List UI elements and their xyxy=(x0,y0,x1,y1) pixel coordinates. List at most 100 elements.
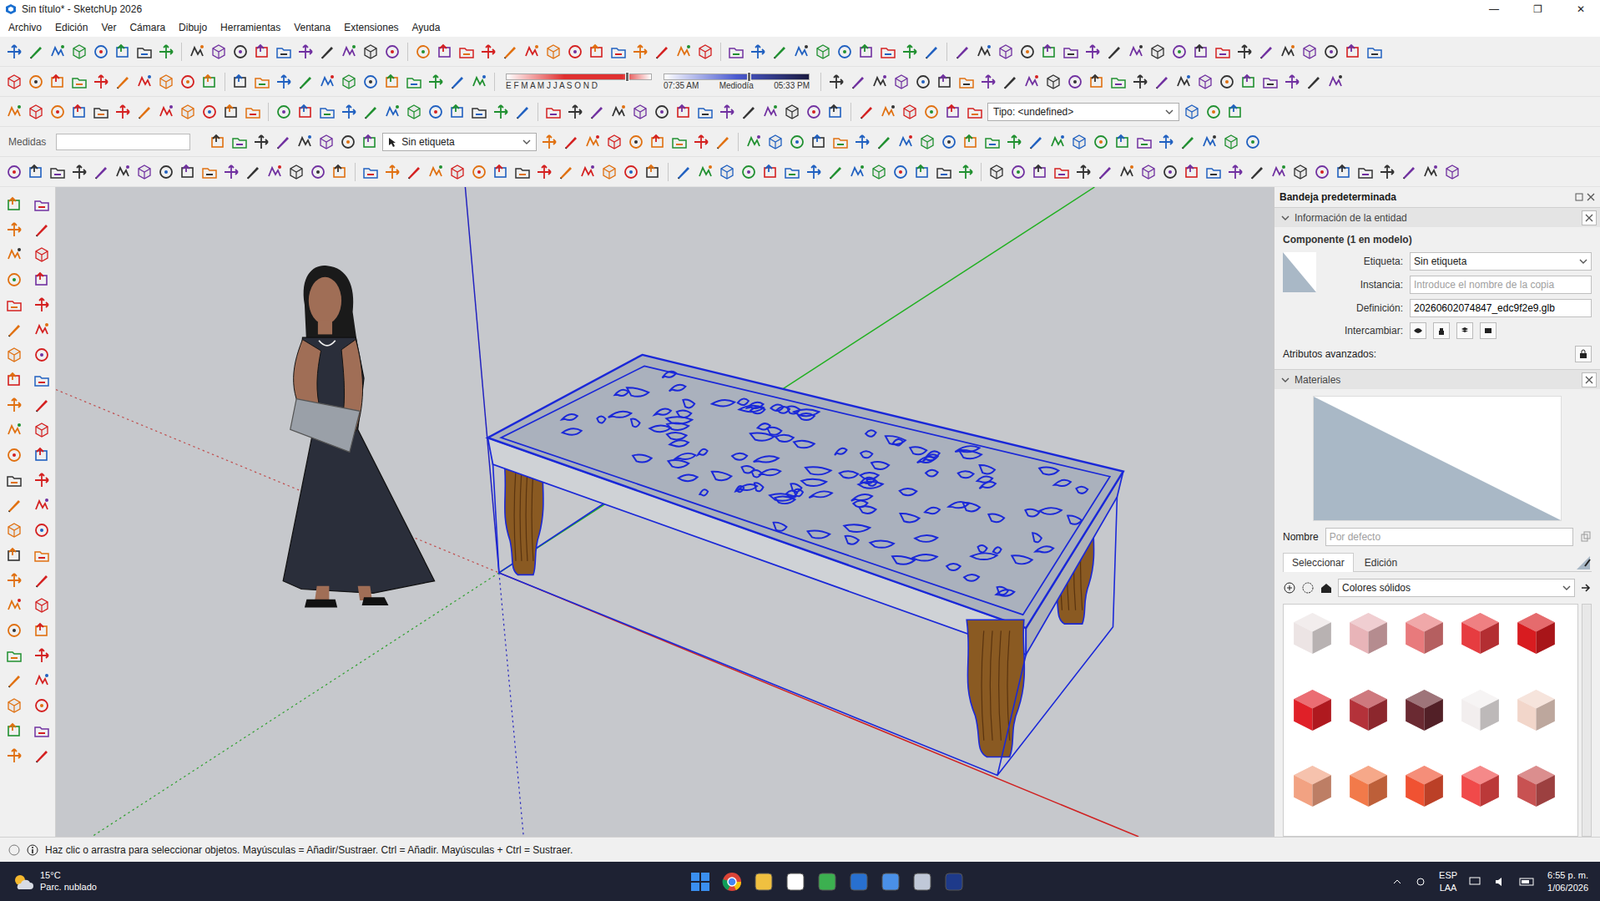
material-swatch[interactable] xyxy=(1510,760,1562,812)
taskbar-app-icon[interactable] xyxy=(689,870,712,893)
tool-icon[interactable] xyxy=(274,72,293,91)
tool-icon[interactable] xyxy=(1178,132,1197,152)
tool-icon[interactable] xyxy=(1291,162,1310,182)
tool-icon[interactable] xyxy=(748,42,768,61)
tool-icon[interactable] xyxy=(953,42,972,61)
tool-icon[interactable] xyxy=(32,395,51,414)
tool-icon[interactable] xyxy=(135,42,154,61)
tool-icon[interactable] xyxy=(339,102,359,122)
tool-icon[interactable] xyxy=(296,102,315,122)
tool-icon[interactable] xyxy=(426,102,445,122)
pin-icon[interactable] xyxy=(1574,192,1584,202)
material-tab[interactable]: Edición xyxy=(1355,552,1407,572)
material-swatch[interactable] xyxy=(1454,684,1506,736)
tool-icon[interactable] xyxy=(761,162,780,182)
material-swatch[interactable] xyxy=(1342,684,1394,736)
tool-icon[interactable] xyxy=(609,42,628,61)
tool-icon[interactable] xyxy=(1312,162,1332,182)
tool-icon[interactable] xyxy=(1278,42,1298,61)
tool-icon[interactable] xyxy=(113,42,132,61)
tool-icon[interactable] xyxy=(956,162,975,182)
material-swatch[interactable] xyxy=(1454,760,1506,812)
tool-icon[interactable] xyxy=(26,42,46,61)
menu-item[interactable]: Ventana xyxy=(287,20,338,36)
tool-icon[interactable] xyxy=(32,721,51,740)
tool-icon[interactable] xyxy=(744,132,763,152)
language-indicator[interactable]: ESPLAA xyxy=(1438,868,1458,894)
tool-icon[interactable] xyxy=(5,620,24,640)
tool-icon[interactable] xyxy=(544,42,563,61)
tool-icon[interactable] xyxy=(32,220,51,239)
tool-icon[interactable] xyxy=(5,370,24,389)
tool-icon[interactable] xyxy=(5,595,24,615)
tool-icon[interactable] xyxy=(404,72,424,91)
tool-icon[interactable] xyxy=(578,162,597,182)
tool-icon[interactable] xyxy=(696,102,715,122)
material-swatch[interactable] xyxy=(1342,760,1394,812)
tool-icon[interactable] xyxy=(208,132,228,152)
tool-icon[interactable] xyxy=(361,42,380,61)
menu-item[interactable]: Ver xyxy=(94,20,123,36)
tool-icon[interactable] xyxy=(1065,72,1085,91)
tool-icon[interactable] xyxy=(1221,132,1241,152)
material-swatch[interactable] xyxy=(1342,607,1394,659)
tool-icon[interactable] xyxy=(935,72,954,91)
tool-icon[interactable] xyxy=(1139,162,1158,182)
tool-icon[interactable] xyxy=(1243,132,1262,152)
tool-icon[interactable] xyxy=(5,102,24,122)
tool-icon[interactable] xyxy=(32,495,51,515)
tool-icon[interactable] xyxy=(1356,162,1375,182)
tool-icon[interactable] xyxy=(900,102,919,122)
tool-icon[interactable] xyxy=(26,102,46,122)
tool-icon[interactable] xyxy=(826,102,845,122)
tool-icon[interactable] xyxy=(113,72,132,91)
tool-icon[interactable] xyxy=(317,72,337,91)
tool-icon[interactable] xyxy=(1213,42,1232,61)
tool-icon[interactable] xyxy=(1182,162,1202,182)
tool-icon[interactable] xyxy=(448,102,467,122)
tool-icon[interactable] xyxy=(974,42,994,61)
tool-icon[interactable] xyxy=(361,162,380,182)
tool-icon[interactable] xyxy=(621,162,641,182)
tool-icon[interactable] xyxy=(469,72,489,91)
tool-icon[interactable] xyxy=(630,102,650,122)
tool-icon[interactable] xyxy=(913,72,933,91)
tool-icon[interactable] xyxy=(91,72,111,91)
tag-dropdown[interactable]: Sin etiqueta xyxy=(382,132,537,152)
tool-icon[interactable] xyxy=(5,570,24,590)
tool-icon[interactable] xyxy=(91,42,111,61)
tool-icon[interactable] xyxy=(804,162,823,182)
tool-icon[interactable] xyxy=(156,102,176,122)
material-swatch[interactable] xyxy=(1510,607,1562,659)
tool-icon[interactable] xyxy=(1130,72,1150,91)
tool-icon[interactable] xyxy=(896,132,915,152)
swap-button[interactable] xyxy=(1409,322,1427,339)
tool-icon[interactable] xyxy=(1126,42,1146,61)
tool-icon[interactable] xyxy=(726,42,746,61)
tool-icon[interactable] xyxy=(70,72,89,91)
tool-icon[interactable] xyxy=(231,72,250,91)
tool-icon[interactable] xyxy=(1148,42,1167,61)
tool-icon[interactable] xyxy=(1009,162,1028,182)
tool-icon[interactable] xyxy=(32,646,51,665)
tool-icon[interactable] xyxy=(1326,72,1345,91)
home-icon[interactable] xyxy=(1319,580,1333,595)
tool-icon[interactable] xyxy=(32,620,51,640)
tool-icon[interactable] xyxy=(252,132,271,152)
tool-icon[interactable] xyxy=(32,671,51,690)
window-control[interactable]: ❐ xyxy=(1518,3,1557,16)
tool-icon[interactable] xyxy=(804,102,823,122)
tool-icon[interactable] xyxy=(913,162,932,182)
entity-info-header[interactable]: Información de la entidad xyxy=(1274,206,1600,228)
tool-icon[interactable] xyxy=(826,162,845,182)
tool-icon[interactable] xyxy=(1217,72,1237,91)
tool-icon[interactable] xyxy=(5,696,24,715)
tool-icon[interactable] xyxy=(922,42,941,61)
tool-icon[interactable] xyxy=(813,42,833,61)
tool-icon[interactable] xyxy=(766,132,785,152)
tool-icon[interactable] xyxy=(1191,42,1211,61)
tool-icon[interactable] xyxy=(792,42,811,61)
tool-icon[interactable] xyxy=(835,42,854,61)
tool-icon[interactable] xyxy=(626,132,646,152)
tool-icon[interactable] xyxy=(1105,42,1124,61)
